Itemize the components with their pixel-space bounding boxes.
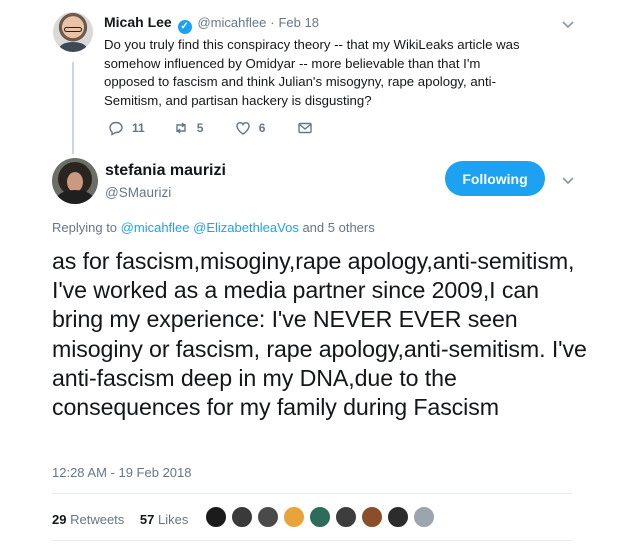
message-action[interactable]: [297, 120, 321, 136]
retweet-icon: [175, 122, 186, 134]
parent-more-chevron-icon[interactable]: [560, 16, 576, 32]
dot-separator: ·: [270, 15, 275, 30]
retweets-label: Retweets: [70, 512, 125, 527]
liker-avatar[interactable]: [387, 506, 409, 528]
verified-badge-icon: ✓: [177, 20, 192, 34]
thread-line: [72, 62, 74, 154]
stats-top-divider: [52, 493, 572, 494]
liker-avatars: [205, 506, 439, 528]
liker-avatar[interactable]: [309, 506, 331, 528]
following-button[interactable]: Following: [445, 161, 545, 196]
main-avatar[interactable]: [52, 158, 98, 204]
replying-mentions-link[interactable]: @micahflee @ElizabethleaVos: [121, 220, 299, 235]
reply-icon: [109, 121, 123, 136]
parent-avatar[interactable]: [53, 12, 93, 52]
avatar-shirt: [59, 42, 87, 52]
parent-tweet-text: Do you truly find this conspiracy theory…: [104, 37, 520, 108]
main-author-name[interactable]: stefania maurizi: [105, 162, 226, 180]
engagement-stats: 29 Retweets 57 Likes: [52, 512, 200, 527]
liker-avatar[interactable]: [283, 506, 305, 528]
avatar-face: [67, 172, 83, 192]
stats-bottom-divider: [52, 540, 572, 541]
like-action[interactable]: 6: [235, 120, 269, 136]
parent-author-name[interactable]: Micah Lee: [104, 14, 172, 30]
replying-to-line: Replying to @micahflee @ElizabethleaVos …: [52, 220, 375, 235]
likes-stat[interactable]: 57 Likes: [140, 512, 188, 527]
liker-avatar[interactable]: [361, 506, 383, 528]
parent-author-handle[interactable]: @micahflee: [197, 15, 266, 30]
main-more-chevron-icon[interactable]: [560, 172, 576, 188]
liker-avatar[interactable]: [257, 506, 279, 528]
main-tweet-timestamp[interactable]: 12:28 AM - 19 Feb 2018: [52, 465, 191, 480]
reply-action[interactable]: 11: [108, 120, 145, 136]
parent-header: Micah Lee ✓ @micahflee · Feb 18: [104, 14, 319, 34]
liker-avatar[interactable]: [335, 506, 357, 528]
avatar-glasses: [64, 27, 82, 32]
likes-label: Likes: [158, 512, 189, 527]
envelope-icon: [297, 122, 312, 134]
replying-suffix[interactable]: and 5 others: [302, 220, 374, 235]
liker-avatar[interactable]: [413, 506, 435, 528]
retweet-count: 5: [196, 121, 204, 135]
replying-prefix: Replying to: [52, 220, 118, 235]
retweets-stat[interactable]: 29 Retweets: [52, 512, 124, 527]
liker-avatar[interactable]: [205, 506, 227, 528]
main-author-handle[interactable]: @SMaurizi: [105, 185, 171, 200]
heart-icon: [235, 122, 250, 135]
retweets-count: 29: [52, 512, 67, 527]
parent-action-bar: 11 5 6: [108, 120, 349, 136]
like-count: 6: [258, 121, 266, 135]
likes-count: 57: [139, 512, 155, 527]
avatar-body: [56, 190, 94, 204]
main-tweet-text: as for fascism,misoginy,rape apology,ant…: [52, 248, 587, 421]
retweet-action[interactable]: 5: [173, 120, 207, 136]
reply-count: 11: [132, 121, 145, 135]
parent-tweet-date[interactable]: Feb 18: [278, 15, 318, 30]
liker-avatar[interactable]: [231, 506, 253, 528]
